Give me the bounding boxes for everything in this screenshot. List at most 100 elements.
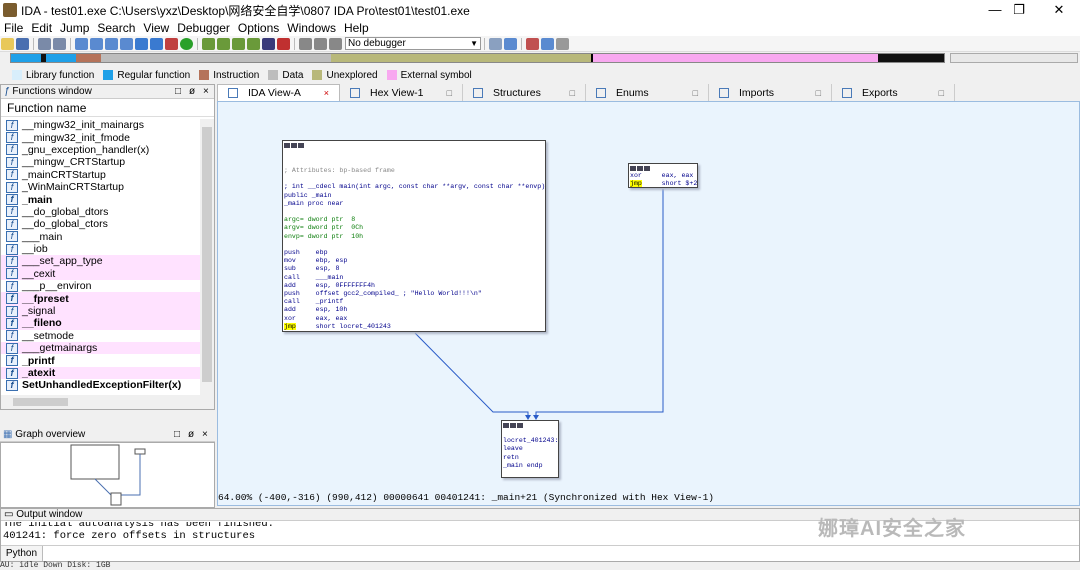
- stop-icon[interactable]: [329, 37, 342, 50]
- small-code-block[interactable]: xor eax, eax jmp short $+2: [628, 163, 698, 188]
- pin-pane-button[interactable]: ø: [188, 428, 194, 441]
- function-list-item[interactable]: f _atexit: [1, 366, 201, 380]
- function-list-item[interactable]: f ___getmainargs: [1, 342, 201, 355]
- settings-icon[interactable]: [556, 37, 569, 50]
- menu-search[interactable]: Search: [93, 20, 139, 36]
- pin-pane-button[interactable]: ø: [189, 85, 195, 98]
- tab-enums[interactable]: Enums □: [586, 84, 709, 101]
- function-list-item[interactable]: f __fileno: [1, 317, 201, 330]
- horizontal-scrollbar[interactable]: [1, 395, 214, 409]
- close-pane-button[interactable]: ×: [202, 428, 208, 441]
- navigation-band[interactable]: [10, 53, 945, 63]
- function-list-item[interactable]: f __setmode: [1, 330, 201, 342]
- function-list-item[interactable]: f ___main: [1, 231, 201, 243]
- asm-line[interactable]: jmp short $+2: [629, 180, 697, 188]
- scroll-thumb[interactable]: [202, 127, 212, 382]
- asm-line[interactable]: retn: [502, 454, 558, 462]
- tracing-icon[interactable]: [541, 37, 554, 50]
- graph-view[interactable]: ; Attributes: bp-based frame ; int __cde…: [217, 101, 1080, 506]
- function-list-item[interactable]: f _signal: [1, 304, 201, 318]
- asm-line[interactable]: xor eax, eax: [283, 315, 545, 323]
- function-list-item[interactable]: f __iob: [1, 243, 201, 255]
- close-tab-button[interactable]: □: [447, 88, 452, 98]
- function-list-item[interactable]: f __mingw32_init_fmode: [1, 131, 201, 144]
- asm-line[interactable]: push ebp: [283, 249, 545, 257]
- attach-icon[interactable]: [489, 37, 502, 50]
- close-tab-button[interactable]: □: [693, 88, 698, 98]
- function-list-item[interactable]: f _mainCRTStartup: [1, 169, 201, 181]
- tab-structures[interactable]: Structures □: [463, 84, 586, 101]
- asm-line[interactable]: _main endp: [502, 462, 558, 470]
- forward-icon[interactable]: [53, 37, 66, 50]
- down-arrow-icon[interactable]: [135, 37, 148, 50]
- code-icon[interactable]: [90, 37, 103, 50]
- close-tab-button[interactable]: □: [816, 88, 821, 98]
- asm-line[interactable]: argv= dword ptr 0Ch: [283, 224, 545, 232]
- run-analysis-icon[interactable]: [180, 37, 193, 50]
- python-button[interactable]: Python: [1, 546, 43, 561]
- menu-options[interactable]: Options: [234, 20, 283, 36]
- return-code-block[interactable]: locret_401243: leave retn _main endp: [501, 420, 559, 478]
- function-list-item[interactable]: f __fpreset: [1, 292, 201, 305]
- pause-icon[interactable]: [314, 37, 327, 50]
- asm-line[interactable]: ; int __cdecl main(int argc, const char …: [283, 183, 545, 191]
- close-tab-button[interactable]: □: [939, 88, 944, 98]
- function-list-item[interactable]: f _main: [1, 193, 201, 206]
- asm-line[interactable]: _main proc near: [283, 200, 545, 208]
- function-list-item[interactable]: f _printf: [1, 354, 201, 367]
- asm-line[interactable]: locret_401243:: [502, 437, 558, 445]
- data-icon[interactable]: [105, 37, 118, 50]
- function-list-item[interactable]: f ___set_app_type: [1, 255, 201, 268]
- function-list-item[interactable]: f __cexit: [1, 267, 201, 281]
- plugin-icon[interactable]: [247, 37, 260, 50]
- function-list-item[interactable]: f __mingw_CRTStartup: [1, 156, 201, 168]
- close-pane-button[interactable]: ×: [203, 85, 209, 98]
- tab-hex-view-1[interactable]: Hex View-1 □: [340, 84, 463, 101]
- tab-imports[interactable]: Imports □: [709, 84, 832, 101]
- asm-line[interactable]: envp= dword ptr 10h: [283, 233, 545, 241]
- asm-line[interactable]: public _main: [283, 192, 545, 200]
- asm-line[interactable]: [283, 241, 545, 249]
- menu-edit[interactable]: Edit: [27, 20, 56, 36]
- delete-icon[interactable]: [277, 37, 290, 50]
- menu-file[interactable]: File: [0, 20, 27, 36]
- asm-line[interactable]: sub esp, 8: [283, 265, 545, 273]
- menu-help[interactable]: Help: [340, 20, 373, 36]
- function-list-item[interactable]: f __mingw32_init_mainargs: [1, 119, 201, 131]
- main-code-block[interactable]: ; Attributes: bp-based frame ; int __cde…: [282, 140, 546, 332]
- menu-debugger[interactable]: Debugger: [173, 20, 234, 36]
- breakpoints-icon[interactable]: [526, 37, 539, 50]
- tab-exports[interactable]: Exports □: [832, 84, 955, 101]
- function-list-item[interactable]: f SetUnhandledExceptionFilter(x): [1, 379, 201, 391]
- play-icon[interactable]: [299, 37, 312, 50]
- asm-line[interactable]: xor eax, eax: [629, 172, 697, 180]
- script-icon[interactable]: [232, 37, 245, 50]
- command-input[interactable]: [43, 546, 1079, 561]
- menu-windows[interactable]: Windows: [283, 20, 340, 36]
- function-list-item[interactable]: f __do_global_ctors: [1, 218, 201, 230]
- graph-icon[interactable]: [202, 37, 215, 50]
- asm-line[interactable]: [502, 429, 558, 437]
- save-icon[interactable]: [16, 37, 29, 50]
- vertical-scrollbar[interactable]: [200, 119, 214, 395]
- asm-line[interactable]: argc= dword ptr 8: [283, 216, 545, 224]
- close-tab-button[interactable]: ×: [324, 88, 329, 98]
- tab-ida-view-a[interactable]: IDA View-A ×: [217, 84, 340, 101]
- float-pane-button[interactable]: □: [175, 85, 181, 98]
- asm-line[interactable]: jmp short locret_401243: [283, 322, 545, 331]
- open-icon[interactable]: [1, 37, 14, 50]
- text-icon[interactable]: [120, 37, 133, 50]
- navigation-band-overview[interactable]: [950, 53, 1078, 63]
- flag-icon[interactable]: [165, 37, 178, 50]
- graph-overview[interactable]: [0, 442, 215, 508]
- asm-line[interactable]: add esp, 0FFFFFFF4h: [283, 282, 545, 290]
- function-list-item[interactable]: f __do_global_dtors: [1, 206, 201, 218]
- menu-jump[interactable]: Jump: [56, 20, 93, 36]
- close-button[interactable]: ✕: [1036, 0, 1080, 20]
- asm-line[interactable]: push offset gcc2_compiled_ ; "Hello Worl…: [283, 290, 545, 298]
- function-list-item[interactable]: f _gnu_exception_handler(x): [1, 144, 201, 156]
- chart-icon[interactable]: [217, 37, 230, 50]
- asm-line[interactable]: call _printf: [283, 298, 545, 306]
- float-pane-button[interactable]: □: [174, 428, 180, 441]
- back-icon[interactable]: [38, 37, 51, 50]
